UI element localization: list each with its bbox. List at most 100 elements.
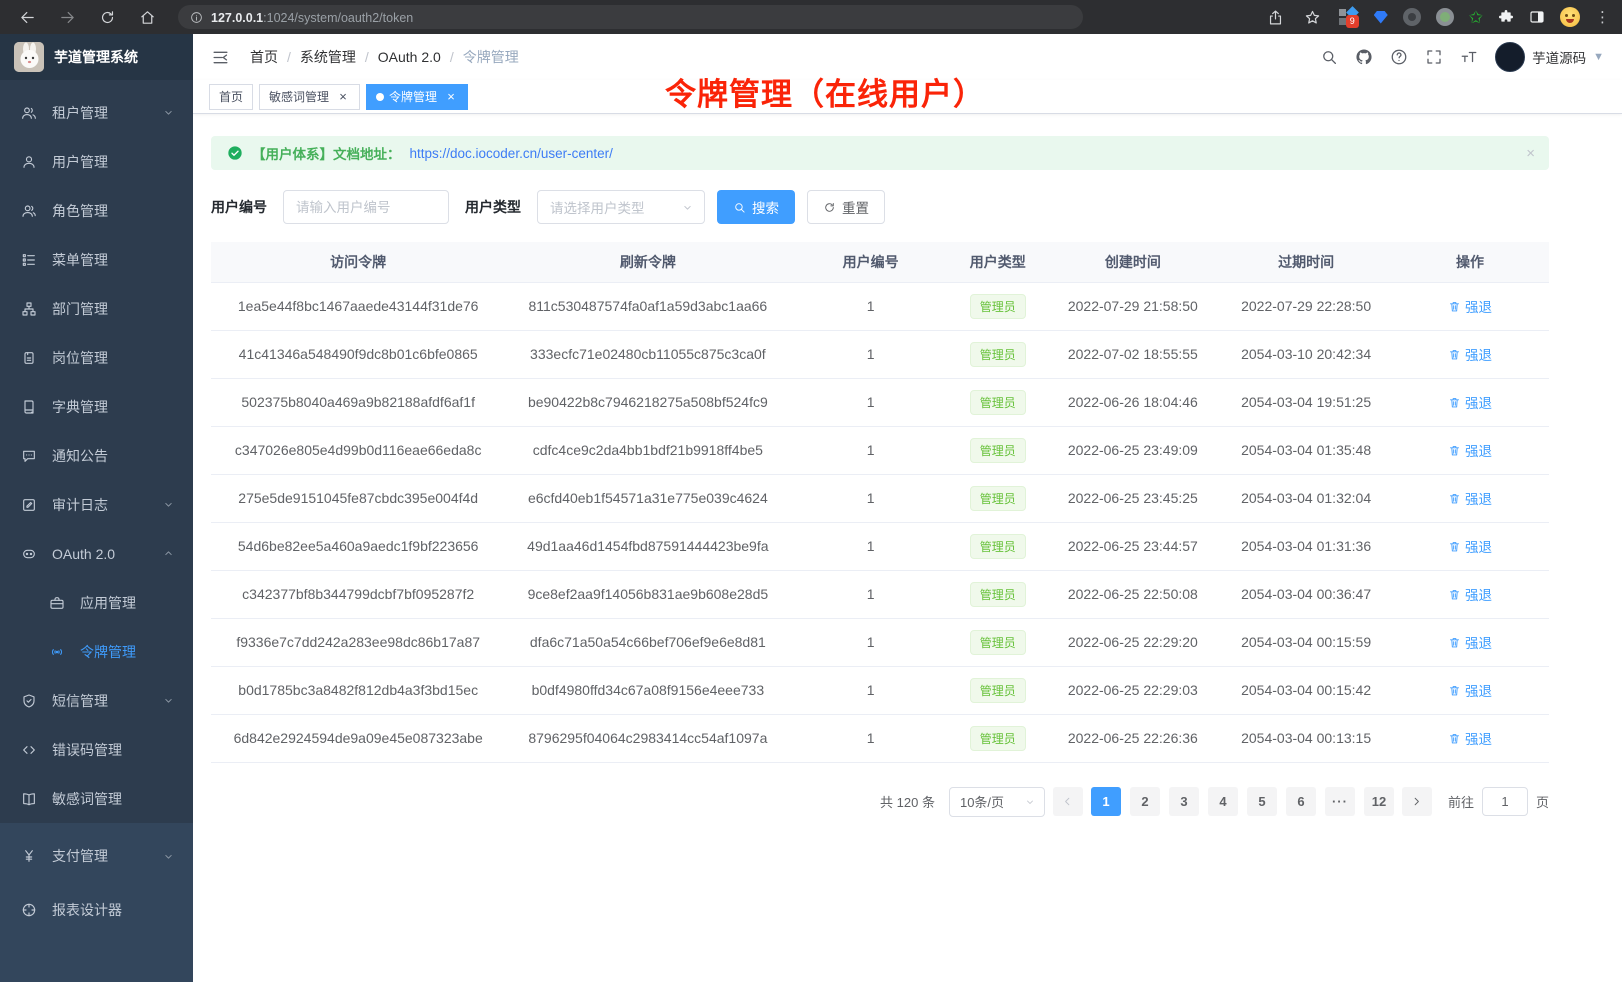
page-button-2[interactable]: 2	[1130, 787, 1160, 816]
site-info-icon[interactable]	[190, 11, 203, 24]
collapse-sidebar-icon[interactable]	[211, 48, 230, 67]
tab-敏感词管理[interactable]: 敏感词管理×	[259, 84, 360, 110]
tab-close-icon[interactable]: ×	[444, 90, 458, 104]
sidebar-item-敏感词管理[interactable]: 敏感词管理	[0, 774, 193, 823]
force-logout-link[interactable]: 强退	[1448, 344, 1492, 364]
breadcrumb-item[interactable]: 系统管理	[300, 47, 356, 67]
force-logout-link[interactable]: 强退	[1448, 536, 1492, 556]
breadcrumb-item[interactable]: 首页	[250, 47, 278, 67]
sidebar-item-字典管理[interactable]: 字典管理	[0, 382, 193, 431]
share-icon[interactable]	[1265, 4, 1287, 30]
sidebar-item-审计日志[interactable]: 审计日志	[0, 480, 193, 529]
help-icon[interactable]	[1390, 48, 1408, 66]
user-id-cell: 1	[790, 714, 951, 762]
created-time-cell: 2022-06-25 22:26:36	[1045, 714, 1222, 762]
tab-close-icon[interactable]: ×	[336, 90, 350, 104]
force-logout-link[interactable]: 强退	[1448, 584, 1492, 604]
force-logout-link[interactable]: 强退	[1448, 440, 1492, 460]
font-size-icon[interactable]	[1460, 48, 1478, 66]
page-button-5[interactable]: 5	[1247, 787, 1277, 816]
tab-首页[interactable]: 首页	[209, 84, 253, 110]
side-panel-icon[interactable]	[1529, 9, 1545, 25]
user-id-cell: 1	[790, 474, 951, 522]
sidebar-item-租户管理[interactable]: 租户管理	[0, 88, 193, 137]
alert-close-icon[interactable]: ×	[1526, 145, 1535, 162]
sidebar-item-菜单管理[interactable]: 菜单管理	[0, 235, 193, 284]
breadcrumb-item[interactable]: OAuth 2.0	[378, 49, 441, 65]
force-logout-link[interactable]: 强退	[1448, 296, 1492, 316]
sidebar-item-岗位管理[interactable]: 岗位管理	[0, 333, 193, 382]
sidebar-item-通知公告[interactable]: 通知公告	[0, 431, 193, 480]
user-type-cell: 管理员	[951, 282, 1045, 330]
green-extension-icon[interactable]	[1436, 8, 1454, 26]
refresh-token-cell: 9ce8ef2aa9f14056b831ae9b608e28d5	[505, 570, 790, 618]
puzzle-icon[interactable]	[1498, 9, 1514, 25]
created-time-cell: 2022-06-25 22:29:20	[1045, 618, 1222, 666]
bookmark-star-icon[interactable]	[1302, 4, 1324, 30]
sidebar-item-OAuth 2.0[interactable]: OAuth 2.0	[0, 529, 193, 578]
active-tab-dot	[376, 93, 384, 101]
page-button-12[interactable]: 12	[1364, 787, 1394, 816]
force-logout-link[interactable]: 强退	[1448, 392, 1492, 412]
sidebar-item-应用管理[interactable]: 应用管理	[0, 578, 193, 627]
extension-icon[interactable]: 9	[1339, 7, 1359, 27]
sidebar-item-错误码管理[interactable]: 错误码管理	[0, 725, 193, 774]
doc-link[interactable]: https://doc.iocoder.cn/user-center/	[410, 146, 613, 161]
user-id-input[interactable]	[283, 190, 449, 224]
reset-button[interactable]: 重置	[807, 190, 885, 224]
action-cell: 强退	[1391, 522, 1549, 570]
refresh-token-cell: cdfc4ce9c2da4bb1bdf21b9918ff4be5	[505, 426, 790, 474]
page-size-select[interactable]: 10条/页	[949, 787, 1045, 817]
dark-extension-icon[interactable]	[1403, 8, 1421, 26]
sidebar-item-短信管理[interactable]: 短信管理	[0, 676, 193, 725]
reload-icon[interactable]	[92, 4, 122, 30]
address-bar[interactable]: 127.0.0.1:1024/system/oauth2/token	[178, 5, 1083, 29]
forward-icon[interactable]	[52, 4, 82, 30]
breadcrumb-separator: /	[287, 49, 291, 65]
force-logout-link[interactable]: 强退	[1448, 488, 1492, 508]
browser-menu-icon[interactable]: ⋮	[1595, 8, 1610, 26]
sidebar-item-部门管理[interactable]: 部门管理	[0, 284, 193, 333]
user-type-select[interactable]: 请选择用户类型	[537, 190, 705, 224]
trash-icon	[1448, 348, 1461, 361]
page-ellipsis[interactable]: ···	[1325, 787, 1355, 816]
tab-令牌管理[interactable]: 令牌管理×	[366, 84, 468, 110]
table-row: 502375b8040a469a9b82188afdf6af1fbe90422b…	[211, 378, 1549, 426]
created-time-cell: 2022-07-29 21:58:50	[1045, 282, 1222, 330]
sidebar-item-报表设计器[interactable]: 报表设计器	[0, 883, 193, 937]
page-button-4[interactable]: 4	[1208, 787, 1238, 816]
sidebar-item-角色管理[interactable]: 角色管理	[0, 186, 193, 235]
github-icon[interactable]	[1355, 48, 1373, 66]
force-logout-link[interactable]: 强退	[1448, 680, 1492, 700]
page-button-1[interactable]: 1	[1091, 787, 1121, 816]
annotation-title: 令牌管理（在线用户）	[665, 69, 985, 114]
search-icon[interactable]	[1320, 48, 1338, 66]
jump-page-input[interactable]	[1482, 787, 1528, 816]
next-page-button[interactable]	[1402, 787, 1432, 816]
action-cell: 强退	[1391, 618, 1549, 666]
user-type-badge: 管理员	[970, 726, 1026, 751]
page-button-6[interactable]: 6	[1286, 787, 1316, 816]
gem-extension-icon[interactable]	[1374, 11, 1388, 24]
fullscreen-icon[interactable]	[1425, 48, 1443, 66]
prev-page-button[interactable]	[1053, 787, 1083, 816]
force-logout-link[interactable]: 强退	[1448, 728, 1492, 748]
pagination-pages: 123456···12	[1091, 787, 1394, 816]
sidebar-item-支付管理[interactable]: 支付管理	[0, 829, 193, 883]
search-button[interactable]: 搜索	[717, 190, 795, 224]
user-type-cell: 管理员	[951, 522, 1045, 570]
back-icon[interactable]	[12, 4, 42, 30]
sidebar-item-用户管理[interactable]: 用户管理	[0, 137, 193, 186]
sidebar-item-令牌管理[interactable]: 令牌管理	[0, 627, 193, 676]
user-icon	[21, 154, 37, 170]
star-extension-icon[interactable]: ✩	[1469, 9, 1483, 26]
page-button-3[interactable]: 3	[1169, 787, 1199, 816]
home-icon[interactable]	[132, 4, 162, 30]
column-header: 操作	[1391, 242, 1549, 282]
app-logo-bar[interactable]: 芋道管理系统	[0, 34, 193, 80]
dept-icon	[21, 301, 37, 317]
force-logout-link[interactable]: 强退	[1448, 632, 1492, 652]
expire-time-cell: 2054-03-10 20:42:34	[1221, 330, 1391, 378]
profile-avatar[interactable]	[1560, 7, 1580, 27]
user-menu[interactable]: 芋道源码 ▼	[1495, 42, 1604, 72]
